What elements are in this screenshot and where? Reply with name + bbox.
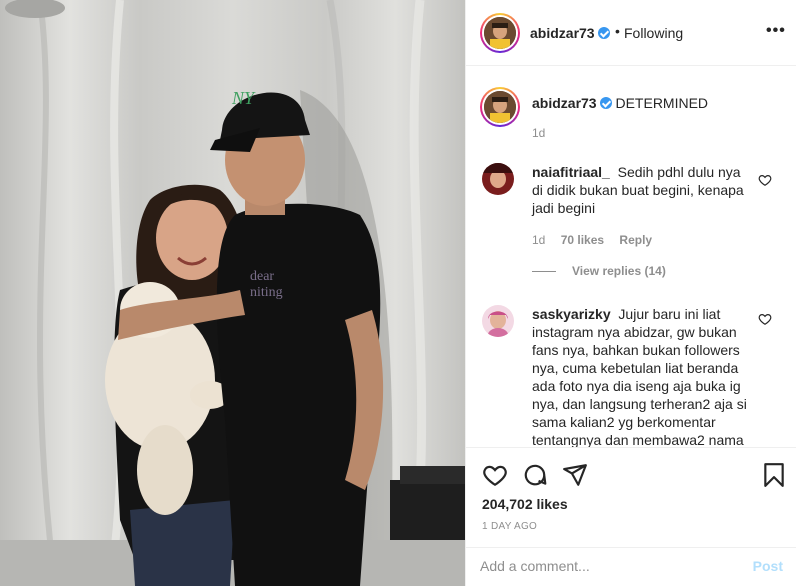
bookmark-icon[interactable] — [761, 462, 787, 488]
verified-badge-icon — [598, 27, 610, 39]
post-comment-button[interactable]: Post — [753, 558, 783, 574]
commenter-avatar[interactable] — [482, 163, 514, 195]
post-side-panel: abidzar73 • Following ••• abidzar73 DETE… — [465, 0, 796, 586]
verified-badge-icon — [599, 97, 612, 109]
heart-icon[interactable] — [482, 462, 508, 488]
caption-text-block: abidzar73 DETERMINED — [532, 94, 772, 112]
caption-age: 1d — [532, 126, 546, 140]
separator-dot: • — [615, 23, 620, 39]
comment-bubble-icon[interactable] — [522, 462, 548, 488]
following-button[interactable]: Following — [624, 25, 683, 41]
caption-avatar-image — [484, 91, 516, 123]
comment-item: saskyarizky Jujur baru ini liat instagra… — [480, 303, 780, 447]
post-photo[interactable]: NY dear niting — [0, 0, 465, 586]
comment-text: Jujur baru ini liat instagram nya abidza… — [532, 306, 747, 447]
action-bar: 204,702 likes 1 DAY AGO — [466, 447, 796, 547]
comment-like-heart-icon[interactable] — [758, 312, 772, 326]
comment-username[interactable]: saskyarizky — [532, 306, 611, 322]
view-replies-button[interactable]: View replies (14) — [532, 264, 666, 278]
comment-age: 1d — [532, 233, 546, 247]
comment-meta: 1d 70 likes Reply — [532, 233, 664, 247]
shirt-print: dear — [250, 269, 274, 284]
commenter-avatar-image — [482, 305, 514, 337]
comment-form: Post — [466, 547, 796, 586]
author-username[interactable]: abidzar73 — [530, 25, 595, 41]
paper-plane-icon[interactable] — [562, 462, 588, 488]
author-avatar-image — [484, 17, 516, 49]
post-timestamp[interactable]: 1 DAY AGO — [482, 521, 537, 532]
author-avatar[interactable] — [480, 13, 520, 53]
reply-button[interactable]: Reply — [619, 233, 652, 247]
svg-text:niting: niting — [250, 285, 283, 300]
caption: abidzar73 DETERMINED 1d — [480, 87, 780, 157]
caption-username[interactable]: abidzar73 — [532, 95, 597, 111]
commenter-avatar-image — [482, 163, 514, 195]
svg-text:NY: NY — [231, 88, 256, 108]
commenter-avatar[interactable] — [482, 305, 514, 337]
caption-avatar[interactable] — [480, 87, 520, 127]
likes-count[interactable]: 204,702 likes — [482, 496, 568, 512]
comment-input[interactable] — [480, 558, 730, 574]
comment-text-block: naiafitriaal_ Sedih pdhl dulu nya di did… — [532, 163, 752, 217]
comment-username[interactable]: naiafitriaal_ — [532, 164, 610, 180]
photo-illustration: NY dear niting — [0, 0, 465, 586]
comments-list[interactable]: abidzar73 DETERMINED 1d naiafitriaal_ Se… — [466, 67, 796, 447]
comment-text-block: saskyarizky Jujur baru ini liat instagra… — [532, 305, 762, 447]
comment-likes[interactable]: 70 likes — [561, 233, 604, 247]
more-options-icon[interactable]: ••• — [766, 22, 786, 40]
caption-text: DETERMINED — [615, 95, 709, 111]
comment-like-heart-icon[interactable] — [758, 173, 772, 187]
post-header: abidzar73 • Following ••• — [466, 0, 796, 66]
